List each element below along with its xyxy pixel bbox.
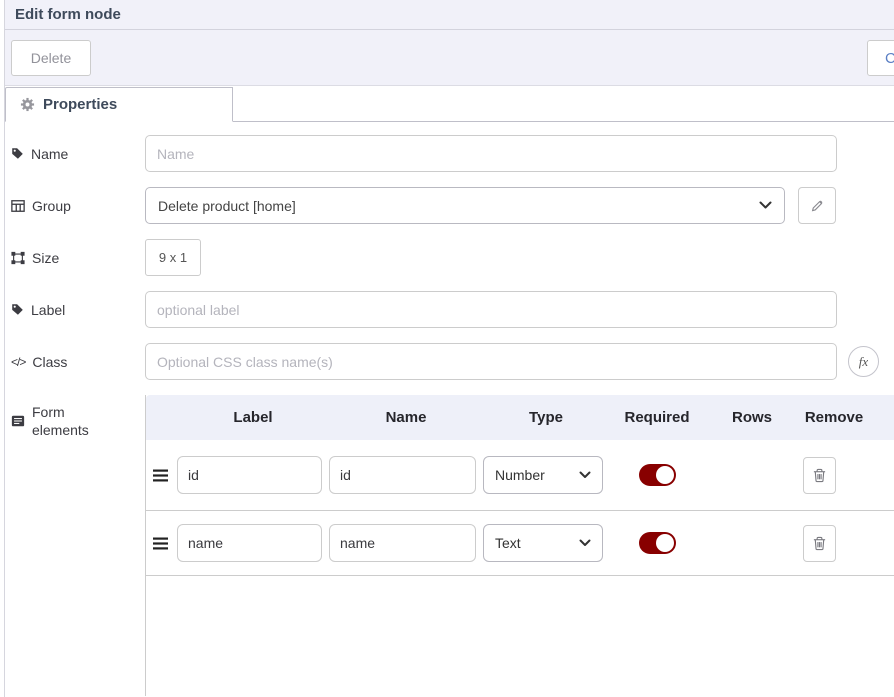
edit-form-node-dialog: Edit form node Delete Cancel Properti (4, 0, 894, 697)
column-header-required: Required (609, 409, 705, 426)
function-icon: fx (859, 354, 868, 370)
code-icon: </> (11, 355, 25, 369)
dialog-button-bar: Delete Cancel (5, 30, 894, 86)
gear-icon (20, 97, 35, 112)
dialog-header: Edit form node (5, 0, 894, 30)
name-label: Name (11, 146, 145, 162)
required-toggle[interactable] (639, 532, 676, 554)
chevron-down-icon (759, 201, 772, 210)
dialog-title: Edit form node (15, 6, 121, 23)
tab-properties[interactable]: Properties (5, 87, 233, 122)
element-name-input[interactable] (329, 524, 476, 562)
size-label: Size (11, 250, 145, 266)
table-row: Text (146, 511, 894, 576)
form-elements-label-text: Form elements (32, 403, 94, 439)
type-select-value: Number (495, 467, 545, 483)
drag-handle-icon[interactable] (153, 537, 177, 550)
type-select-value: Text (495, 535, 521, 551)
size-icon (11, 251, 25, 265)
tag-icon (11, 303, 24, 316)
column-header-label: Label (177, 409, 329, 426)
column-header-name: Name (329, 409, 483, 426)
name-input[interactable] (145, 135, 837, 172)
label-input[interactable] (145, 291, 837, 328)
form-area: Name Group Delete product [home] (5, 122, 894, 696)
required-toggle[interactable] (639, 464, 676, 486)
form-elements-label: Form elements (11, 395, 145, 439)
element-type-select[interactable]: Text (483, 524, 603, 562)
drag-handle-icon[interactable] (153, 469, 177, 482)
element-label-input[interactable] (177, 524, 322, 562)
trash-icon (812, 535, 827, 551)
delete-button[interactable]: Delete (11, 40, 91, 76)
group-label-text: Group (32, 198, 71, 214)
tab-strip: Properties (5, 86, 894, 122)
table-header-row: Label Name Type Required Rows Remove (146, 395, 894, 440)
class-row: </> Class fx (11, 343, 894, 380)
group-select-value: Delete product [home] (158, 198, 296, 214)
name-row: Name (11, 135, 894, 172)
table-row: Number (146, 440, 894, 511)
label-label-text: Label (31, 302, 65, 318)
edit-group-button[interactable] (798, 187, 836, 224)
size-button[interactable]: 9 x 1 (145, 239, 201, 276)
label-row: Label (11, 291, 894, 328)
remove-element-button[interactable] (803, 457, 836, 494)
chevron-down-icon (579, 471, 591, 479)
expression-button[interactable]: fx (848, 346, 879, 377)
form-elements-row: Form elements Label Name Type Required R… (11, 395, 894, 696)
group-select[interactable]: Delete product [home] (145, 187, 785, 224)
element-label-input[interactable] (177, 456, 322, 494)
group-label: Group (11, 198, 145, 214)
element-name-input[interactable] (329, 456, 476, 494)
size-row: Size 9 x 1 (11, 239, 894, 276)
form-elements-table: Label Name Type Required Rows Remove Num… (145, 395, 894, 696)
tab-label: Properties (43, 96, 117, 113)
class-label-text: Class (32, 354, 67, 370)
class-input[interactable] (145, 343, 837, 380)
label-label: Label (11, 302, 145, 318)
chevron-down-icon (579, 539, 591, 547)
size-label-text: Size (32, 250, 59, 266)
cancel-button[interactable]: Cancel (867, 40, 894, 76)
column-header-type: Type (483, 409, 609, 426)
element-type-select[interactable]: Number (483, 456, 603, 494)
name-label-text: Name (31, 146, 68, 162)
column-header-rows: Rows (705, 409, 799, 426)
pencil-icon (810, 199, 824, 213)
tag-icon (11, 147, 24, 160)
toggle-knob (656, 466, 674, 484)
table-icon (11, 199, 25, 213)
column-header-remove: Remove (799, 409, 869, 426)
remove-element-button[interactable] (803, 525, 836, 562)
class-label: </> Class (11, 354, 145, 370)
toggle-knob (656, 534, 674, 552)
form-elements-icon (11, 414, 25, 428)
group-row: Group Delete product [home] (11, 187, 894, 224)
trash-icon (812, 467, 827, 483)
